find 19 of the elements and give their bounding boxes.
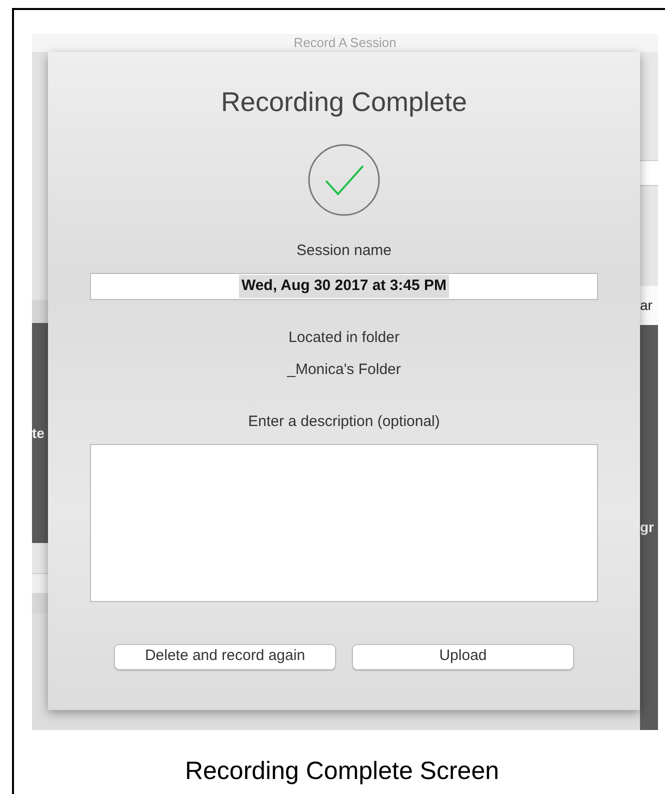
caption: Recording Complete Screen (184, 756, 500, 787)
upload-button[interactable]: Upload (352, 644, 574, 670)
window-title: Record A Session (32, 34, 658, 52)
field-label: Enter a description (optional) (248, 412, 440, 432)
panel-text: te (32, 323, 48, 543)
list-row (32, 573, 48, 593)
session-name-field[interactable]: Wed, Aug 30 2017 at 3:45 PM (90, 273, 598, 300)
field-label: Located in folder (288, 328, 400, 348)
checkmark-icon (307, 142, 381, 216)
delete-button[interactable]: Delete and record again (114, 644, 336, 670)
folder-name: _Monica's Folder (287, 360, 401, 380)
toolbar-strip (32, 300, 48, 323)
input-field[interactable] (640, 160, 658, 186)
label-text: ar (640, 296, 652, 315)
dialog-title: Recording Complete (220, 86, 468, 119)
field-label: Session name (296, 240, 392, 260)
list-row (32, 543, 48, 573)
panel-text: gr (640, 325, 658, 730)
description-field[interactable] (90, 444, 598, 602)
